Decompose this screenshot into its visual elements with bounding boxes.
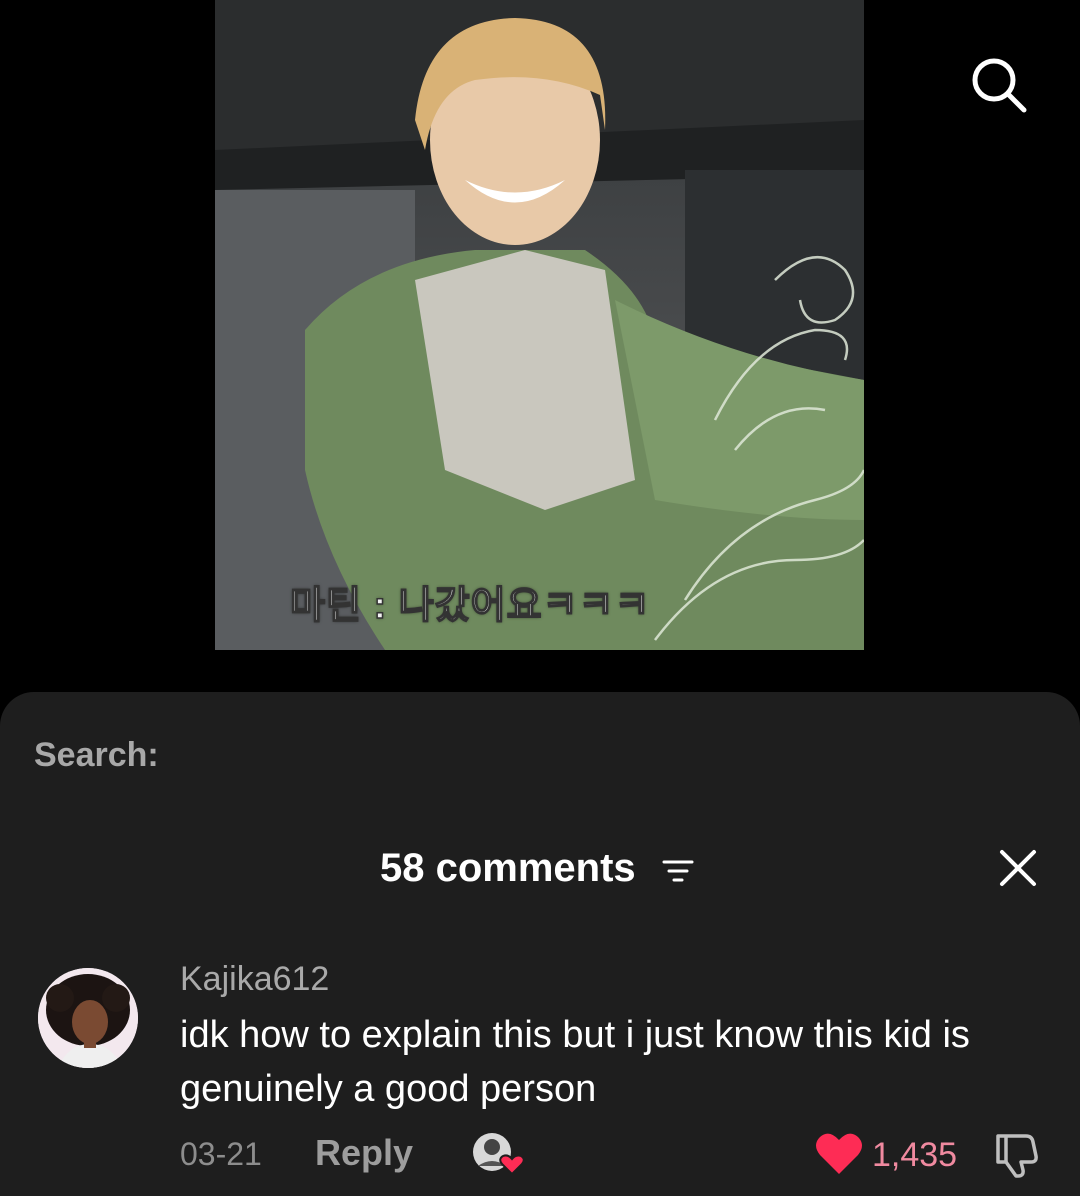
sort-icon[interactable] — [662, 858, 694, 886]
avatar[interactable] — [38, 968, 138, 1068]
reply-button[interactable]: Reply — [315, 1132, 413, 1174]
search-icon[interactable] — [966, 52, 1030, 116]
comments-sheet: Search: 58 comments Kajika612 idk how to… — [0, 692, 1080, 1196]
comment-meta: 03-21 Reply 1,435 — [0, 1128, 1080, 1178]
comment-date: 03-21 — [180, 1136, 262, 1172]
comment-count: 58 comments — [380, 846, 636, 890]
comment-item: Kajika612 idk how to explain this but i … — [0, 960, 1080, 1190]
close-icon[interactable] — [996, 846, 1040, 890]
like-heart-icon[interactable] — [814, 1130, 864, 1176]
dislike-icon[interactable] — [992, 1130, 1042, 1178]
video-frame-image — [215, 0, 864, 650]
comments-header: 58 comments — [0, 846, 1080, 896]
video-player[interactable]: 마틴 : 나갔어요ㅋㅋㅋ — [215, 0, 864, 650]
liked-by-creator-icon — [470, 1130, 528, 1176]
like-count: 1,435 — [872, 1136, 958, 1174]
comment-username[interactable]: Kajika612 — [180, 960, 329, 999]
video-subtitle: 마틴 : 나갔어요ㅋㅋㅋ — [289, 584, 651, 628]
search-label[interactable]: Search: — [34, 736, 159, 775]
comment-text: idk how to explain this but i just know … — [180, 1014, 970, 1110]
